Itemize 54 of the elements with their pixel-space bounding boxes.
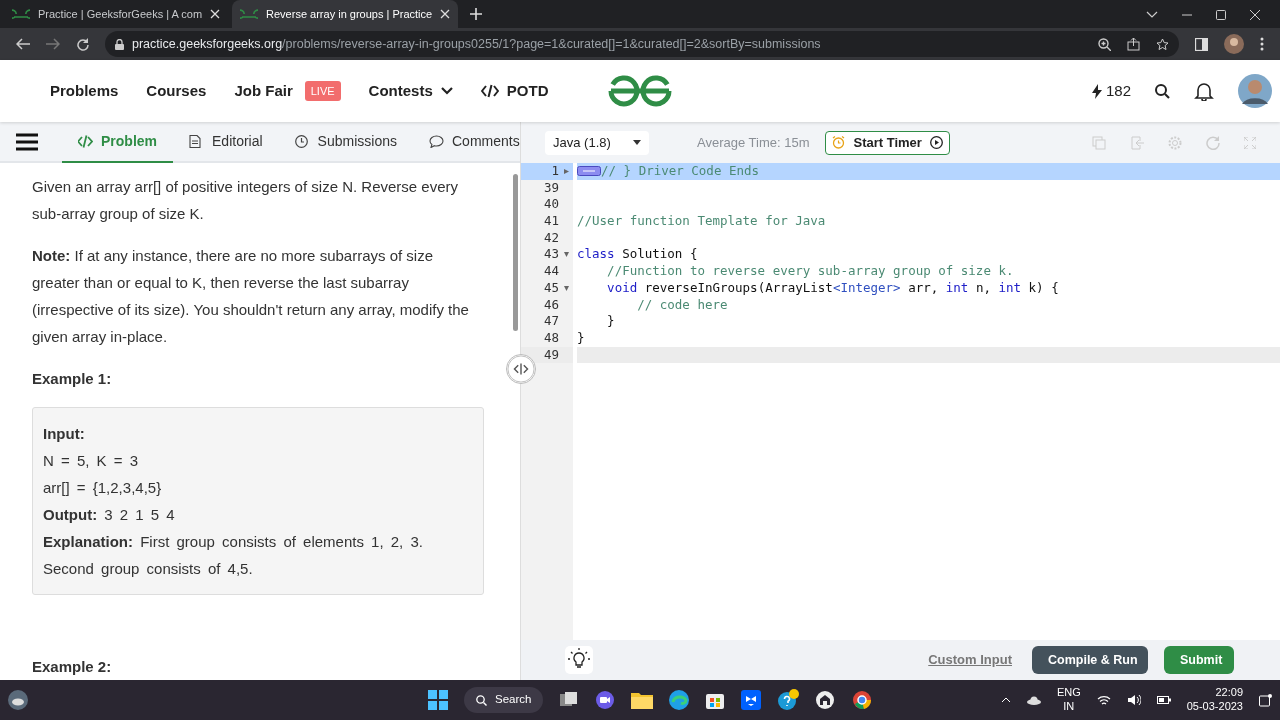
- language-select[interactable]: Java (1.8): [545, 130, 649, 155]
- browser-tab[interactable]: Practice | GeeksforGeeks | A com: [4, 0, 229, 28]
- nav-link[interactable]: Problems: [50, 79, 119, 103]
- code-line: class Solution {: [577, 246, 698, 264]
- example-line: arr[] = {1,2,3,4,5}: [43, 478, 163, 498]
- problem-tab[interactable]: Editorial: [173, 122, 279, 163]
- example-line: N = 5, K = 3: [43, 451, 140, 471]
- line-number: 42: [543, 229, 559, 245]
- language-indicator[interactable]: ENG: [1056, 686, 1081, 700]
- example-line: Explanation: First group consists of elements 1, 2, 3. Second group consists of 4,5.: [43, 532, 424, 579]
- address-field[interactable]: practice.geeksforgeeks.org/problems/reverse-array-in-groups0255/1?page=1&curated[]=1&curated[]=2&sortBy=submissions: [105, 31, 1179, 57]
- clock-date[interactable]: 05-03-2023: [1186, 700, 1243, 714]
- statement-paragraph: Note: If at any instance, there are no more subarrays of size greater than or equal to K, then reverse the last subarray (irrespective of its size). You shouldn't return any array, modify the given array in-place.: [32, 246, 470, 347]
- problem-tab[interactable]: Comments: [413, 122, 536, 163]
- line-number: 1: [551, 163, 559, 178]
- line-number: 43: [543, 246, 559, 262]
- taskbar-search[interactable]: Search: [464, 687, 544, 713]
- example-line: Input:: [43, 424, 86, 444]
- streak-count: 182: [1105, 80, 1131, 101]
- line-number: 48: [543, 329, 559, 345]
- custom-input-link[interactable]: Custom Input: [928, 650, 1012, 670]
- example-heading: Example 2:: [32, 657, 113, 677]
- code-line: }: [606, 313, 615, 330]
- browser-tab[interactable]: Reverse array in groups | Practice: [232, 0, 459, 28]
- problem-tab[interactable]: Problem: [62, 122, 173, 163]
- average-time: Average Time: 15m: [697, 133, 810, 152]
- submit-button[interactable]: Submit: [1164, 646, 1234, 674]
- code-line: void reverseInGroups(ArrayList<Integer> arr, int n, int k) {: [606, 279, 1059, 297]
- code-line: }: [577, 329, 585, 347]
- example-line: Output: 3 2 1 5 4: [43, 505, 176, 525]
- problem-tab[interactable]: Submissions: [278, 122, 413, 163]
- compile-run-button[interactable]: Compile & Run: [1032, 646, 1148, 674]
- start-timer-button[interactable]: Start Timer: [825, 130, 950, 155]
- code-line: // } Driver Code Ends: [601, 163, 760, 180]
- nav-link[interactable]: Contests: [368, 79, 453, 103]
- example-heading: Example 1:: [32, 369, 113, 389]
- live-badge: LIVE: [304, 80, 341, 102]
- line-number: 45: [543, 279, 559, 295]
- clock-time[interactable]: 22:09: [1215, 686, 1243, 700]
- line-number: 46: [543, 296, 559, 312]
- code-line: // code here: [636, 296, 728, 314]
- code-line: //User function Template for Java: [577, 213, 826, 230]
- line-number: 44: [543, 263, 559, 279]
- statement-paragraph: Given an array arr[] of positive integers of size N. Reverse every sub-array group of size K.: [32, 177, 459, 224]
- line-number: 39: [543, 179, 559, 195]
- line-number: 47: [543, 313, 559, 329]
- nav-link[interactable]: POTD: [480, 79, 549, 103]
- code-line: //Function to reverse every sub-array group of size k.: [606, 263, 1014, 280]
- region-indicator[interactable]: IN: [1063, 700, 1075, 714]
- nav-link[interactable]: Job Fair LIVE: [234, 79, 341, 103]
- line-number: 49: [543, 346, 559, 362]
- line-number: 40: [543, 196, 559, 212]
- line-number: 41: [543, 213, 559, 229]
- nav-link[interactable]: Courses: [146, 79, 207, 103]
